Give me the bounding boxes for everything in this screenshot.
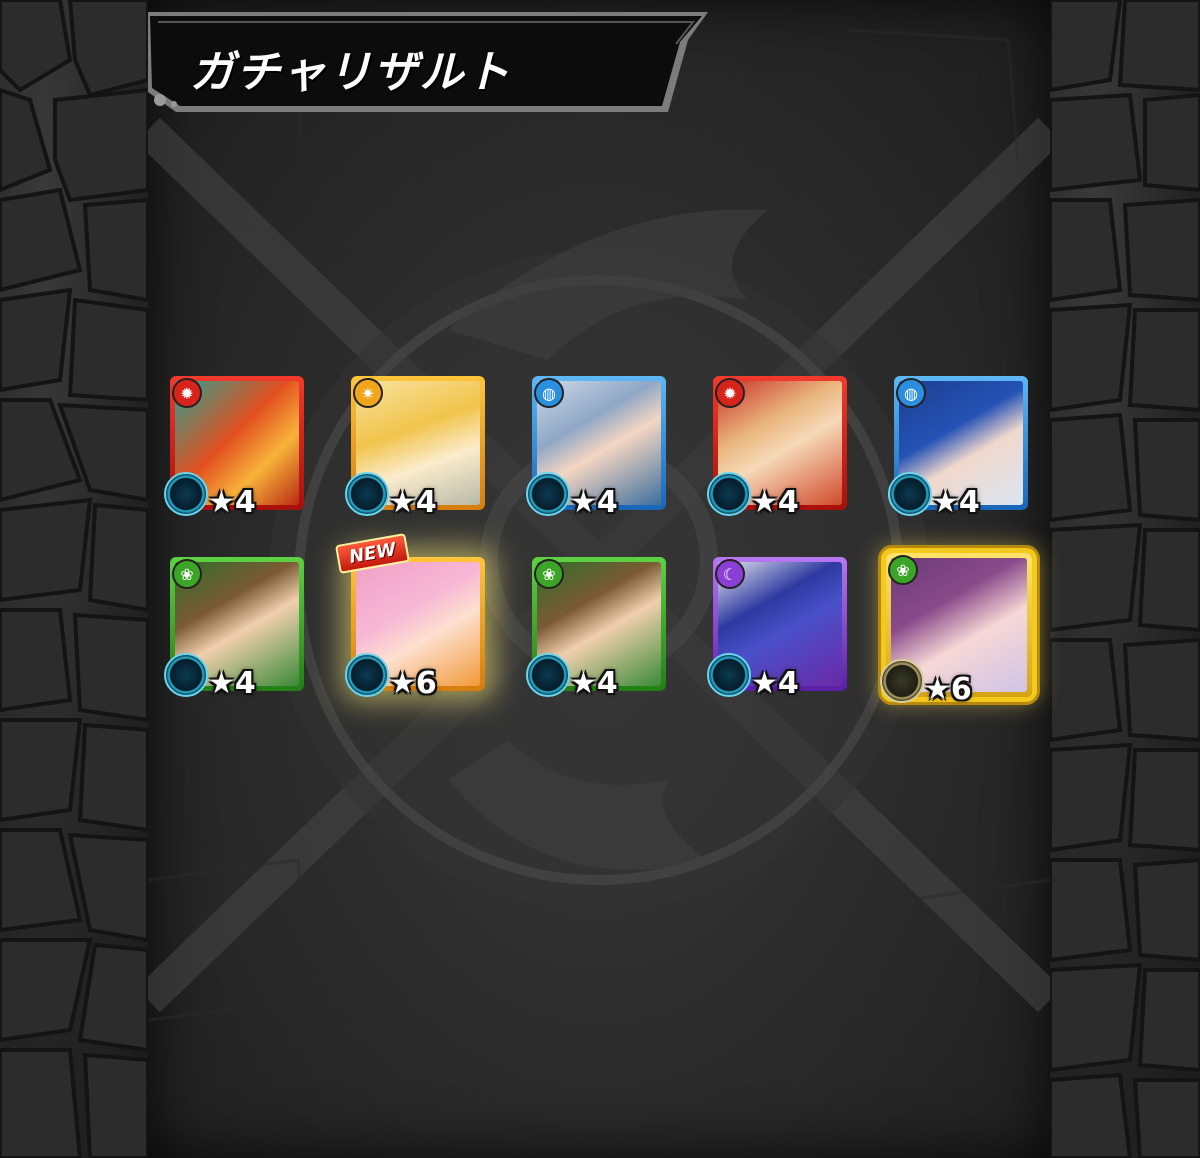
water-icon: ◍: [896, 378, 926, 408]
result-card-5[interactable]: ◍ ★4: [888, 376, 1028, 520]
result-card-4[interactable]: ✹ ★4: [707, 376, 847, 520]
left-stone-wall: [0, 0, 148, 1158]
rarity-stars: ★6: [924, 672, 972, 707]
soul-orb-icon: [880, 659, 924, 703]
stone-texture: [1050, 0, 1200, 1158]
stone-texture: [0, 0, 148, 1158]
rarity-stars: ★4: [208, 666, 256, 701]
rarity-stars: ★4: [932, 485, 980, 520]
soul-orb-icon: [164, 472, 208, 516]
result-card-6[interactable]: ❀ ★4: [164, 557, 304, 701]
rarity-stars: ★4: [751, 666, 799, 701]
soul-orb-icon: [888, 472, 932, 516]
soul-orb-icon: [345, 653, 389, 697]
soul-orb-icon: [164, 653, 208, 697]
water-icon: ◍: [534, 378, 564, 408]
rarity-stars: ★4: [389, 485, 437, 520]
wood-icon: ❀: [888, 555, 918, 585]
rarity-stars: ★6: [389, 666, 437, 701]
result-card-10[interactable]: ❀ ★6: [880, 553, 1032, 707]
fire-icon: ✹: [172, 378, 202, 408]
rarity-stars: ★4: [570, 666, 618, 701]
soul-orb-icon: [526, 653, 570, 697]
dark-icon: ☾: [715, 559, 745, 589]
light-icon: ✷: [353, 378, 383, 408]
result-card-2[interactable]: ✷ ★4: [345, 376, 485, 520]
result-card-8[interactable]: ❀ ★4: [526, 557, 666, 701]
soul-orb-icon: [707, 472, 751, 516]
result-card-7[interactable]: ★6 NEW: [335, 533, 485, 701]
soul-orb-icon: [526, 472, 570, 516]
result-card-1[interactable]: ✹ ★4: [164, 376, 304, 520]
wood-icon: ❀: [534, 559, 564, 589]
right-stone-wall: [1050, 0, 1200, 1158]
rarity-stars: ★4: [208, 485, 256, 520]
soul-orb-icon: [707, 653, 751, 697]
wood-icon: ❀: [172, 559, 202, 589]
fire-icon: ✹: [715, 378, 745, 408]
page-title: ガチャリザルト: [190, 47, 512, 98]
result-card-3[interactable]: ◍ ★4: [526, 376, 666, 520]
result-card-9[interactable]: ☾ ★4: [707, 557, 847, 701]
soul-orb-icon: [345, 472, 389, 516]
rarity-stars: ★4: [570, 485, 618, 520]
rarity-stars: ★4: [751, 485, 799, 520]
